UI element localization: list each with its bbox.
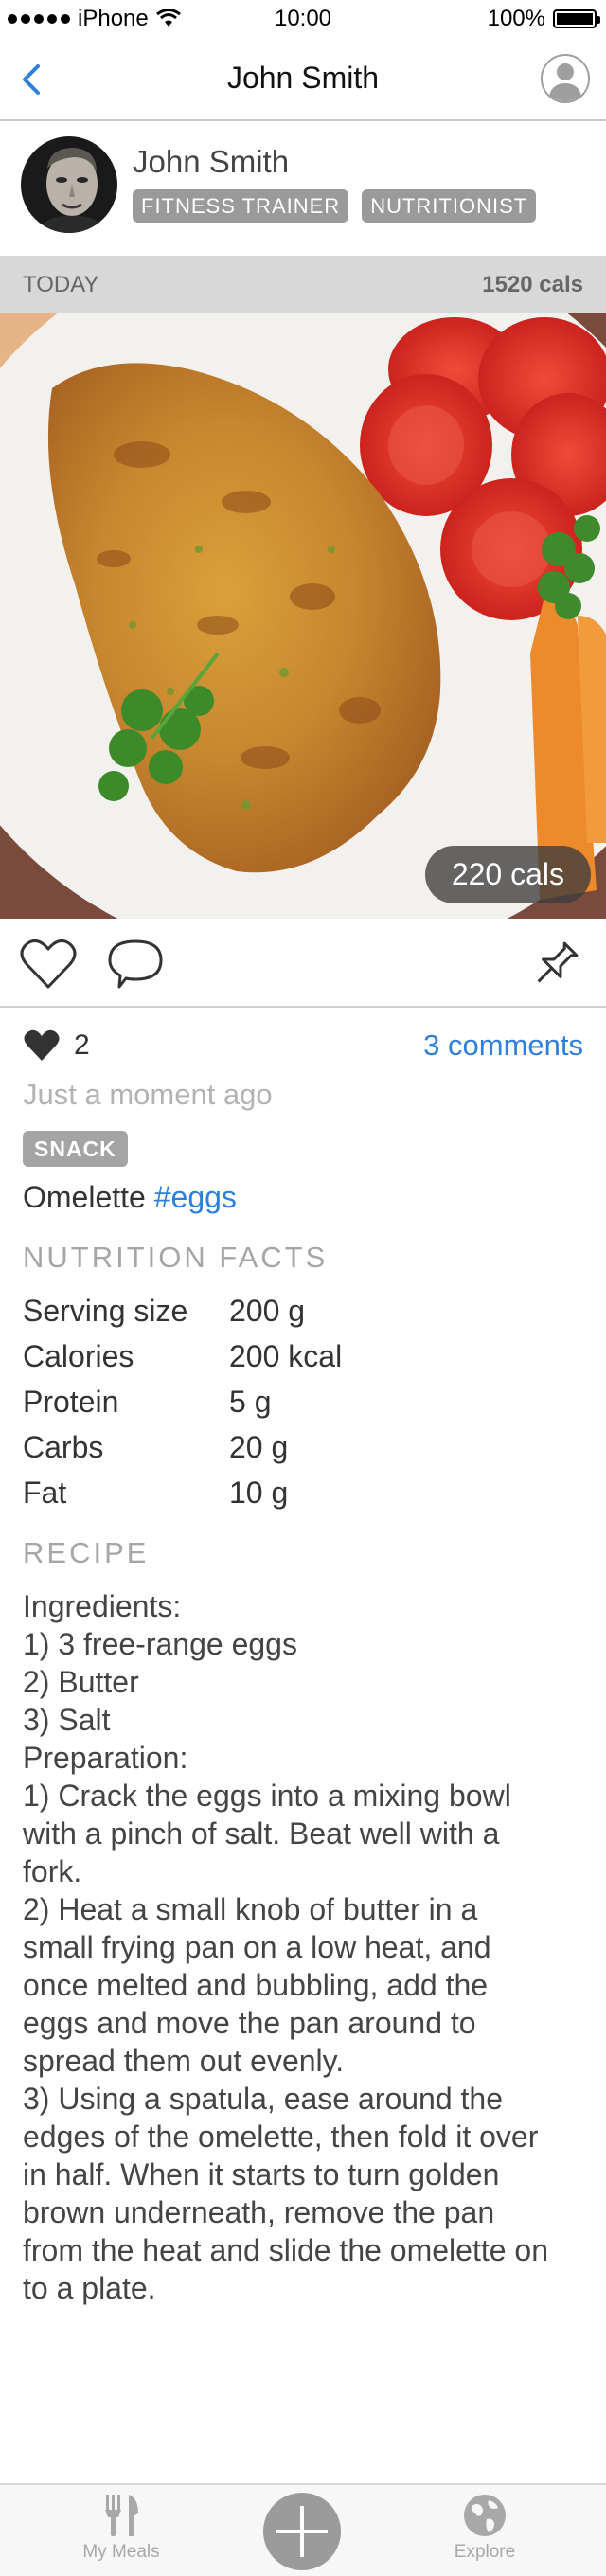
nutrition-value: 5 g <box>229 1385 272 1419</box>
day-summary-bar: TODAY 1520 cals <box>0 256 606 313</box>
post-timestamp: Just a moment ago <box>23 1078 273 1111</box>
nutrition-label: Serving size <box>23 1294 188 1328</box>
comment-icon[interactable] <box>106 938 165 991</box>
recipe-line: 3) Salt <box>23 1703 111 1737</box>
navigation-bar: John Smith <box>0 38 606 121</box>
nutrition-label: Carbs <box>23 1430 104 1464</box>
heart-filled-icon <box>24 1029 60 1061</box>
nutrition-row: Carbs 20 g <box>23 1430 342 1476</box>
nutrition-value: 200 g <box>229 1294 306 1328</box>
recipe-line: 2) Heat a small knob of butter in a smal… <box>23 1892 491 2078</box>
nutrition-label: Fat <box>23 1476 67 1510</box>
meal-caption: Omelette #eggs <box>23 1180 237 1215</box>
profile-name: John Smith <box>133 144 290 179</box>
likes-summary[interactable]: 2 <box>23 1029 90 1063</box>
day-label: TODAY <box>23 272 99 297</box>
recipe-line: Ingredients: <box>23 1589 182 1623</box>
globe-icon <box>464 2495 506 2536</box>
nutrition-value: 10 g <box>229 1476 289 1510</box>
tab-explore[interactable]: Explore <box>390 2485 579 2563</box>
page-title: John Smith <box>226 61 380 95</box>
nutrition-title: NUTRITION FACTS <box>23 1241 329 1274</box>
tab-my-meals[interactable]: My Meals <box>27 2485 216 2563</box>
tab-label: My Meals <box>82 2542 160 2562</box>
tab-bar: My Meals Explore <box>0 2483 606 2576</box>
recipe-line: 3) Using a spatula, ease around the edge… <box>23 2082 549 2305</box>
nutrition-value: 200 kcal <box>229 1339 343 1373</box>
nutrition-value: 20 g <box>229 1430 289 1464</box>
nutrition-row: Protein 5 g <box>23 1385 342 1430</box>
day-total-calories: 1520 cals <box>482 272 583 297</box>
tab-label: Explore <box>454 2542 516 2562</box>
fork-knife-icon <box>105 2495 138 2536</box>
plus-icon <box>276 2506 328 2557</box>
meal-photo[interactable]: 220 cals <box>0 313 606 919</box>
recipe-line: 2) Butter <box>23 1665 139 1699</box>
nutrition-row: Calories 200 kcal <box>23 1339 342 1385</box>
nutrition-label: Calories <box>23 1339 134 1373</box>
meal-calories-badge: 220 cals <box>424 846 591 903</box>
nutrition-label: Protein <box>23 1385 119 1419</box>
comments-link[interactable]: 3 comments <box>423 1029 583 1063</box>
nutrition-facts-table: Serving size 200 g Calories 200 kcal Pro… <box>23 1294 342 1521</box>
caption-hashtag[interactable]: #eggs <box>154 1180 237 1214</box>
battery-icon <box>553 9 600 28</box>
tag-fitness-trainer: FITNESS TRAINER <box>133 189 349 223</box>
recipe-line: 1) 3 free-range eggs <box>23 1627 297 1661</box>
heart-icon[interactable] <box>19 938 78 991</box>
battery-percent: 100% <box>487 6 545 31</box>
recipe-line: Preparation: <box>23 1741 188 1775</box>
post-actions <box>0 919 606 1008</box>
user-circle-icon[interactable] <box>540 53 591 104</box>
battery-group: 100% <box>487 6 600 32</box>
avatar[interactable] <box>21 136 117 233</box>
recipe-body: Ingredients: 1) 3 free-range eggs 2) But… <box>23 1587 553 2307</box>
tag-nutritionist: NUTRITIONIST <box>362 189 537 223</box>
recipe-title: RECIPE <box>23 1536 150 1569</box>
status-bar: iPhone 10:00 100% <box>0 0 606 38</box>
caption-text: Omelette <box>23 1180 146 1214</box>
nutrition-row: Serving size 200 g <box>23 1294 342 1339</box>
profile-header: John Smith FITNESS TRAINER NUTRITIONIST <box>0 123 606 256</box>
add-meal-button[interactable] <box>263 2493 341 2570</box>
nutrition-row: Fat 10 g <box>23 1476 342 1521</box>
recipe-line: 1) Crack the eggs into a mixing bowl wit… <box>23 1779 511 1888</box>
likes-count: 2 <box>74 1029 90 1061</box>
pin-icon[interactable] <box>526 938 585 991</box>
meal-type-badge: SNACK <box>23 1131 128 1167</box>
profile-tags: FITNESS TRAINER NUTRITIONIST <box>133 189 537 223</box>
